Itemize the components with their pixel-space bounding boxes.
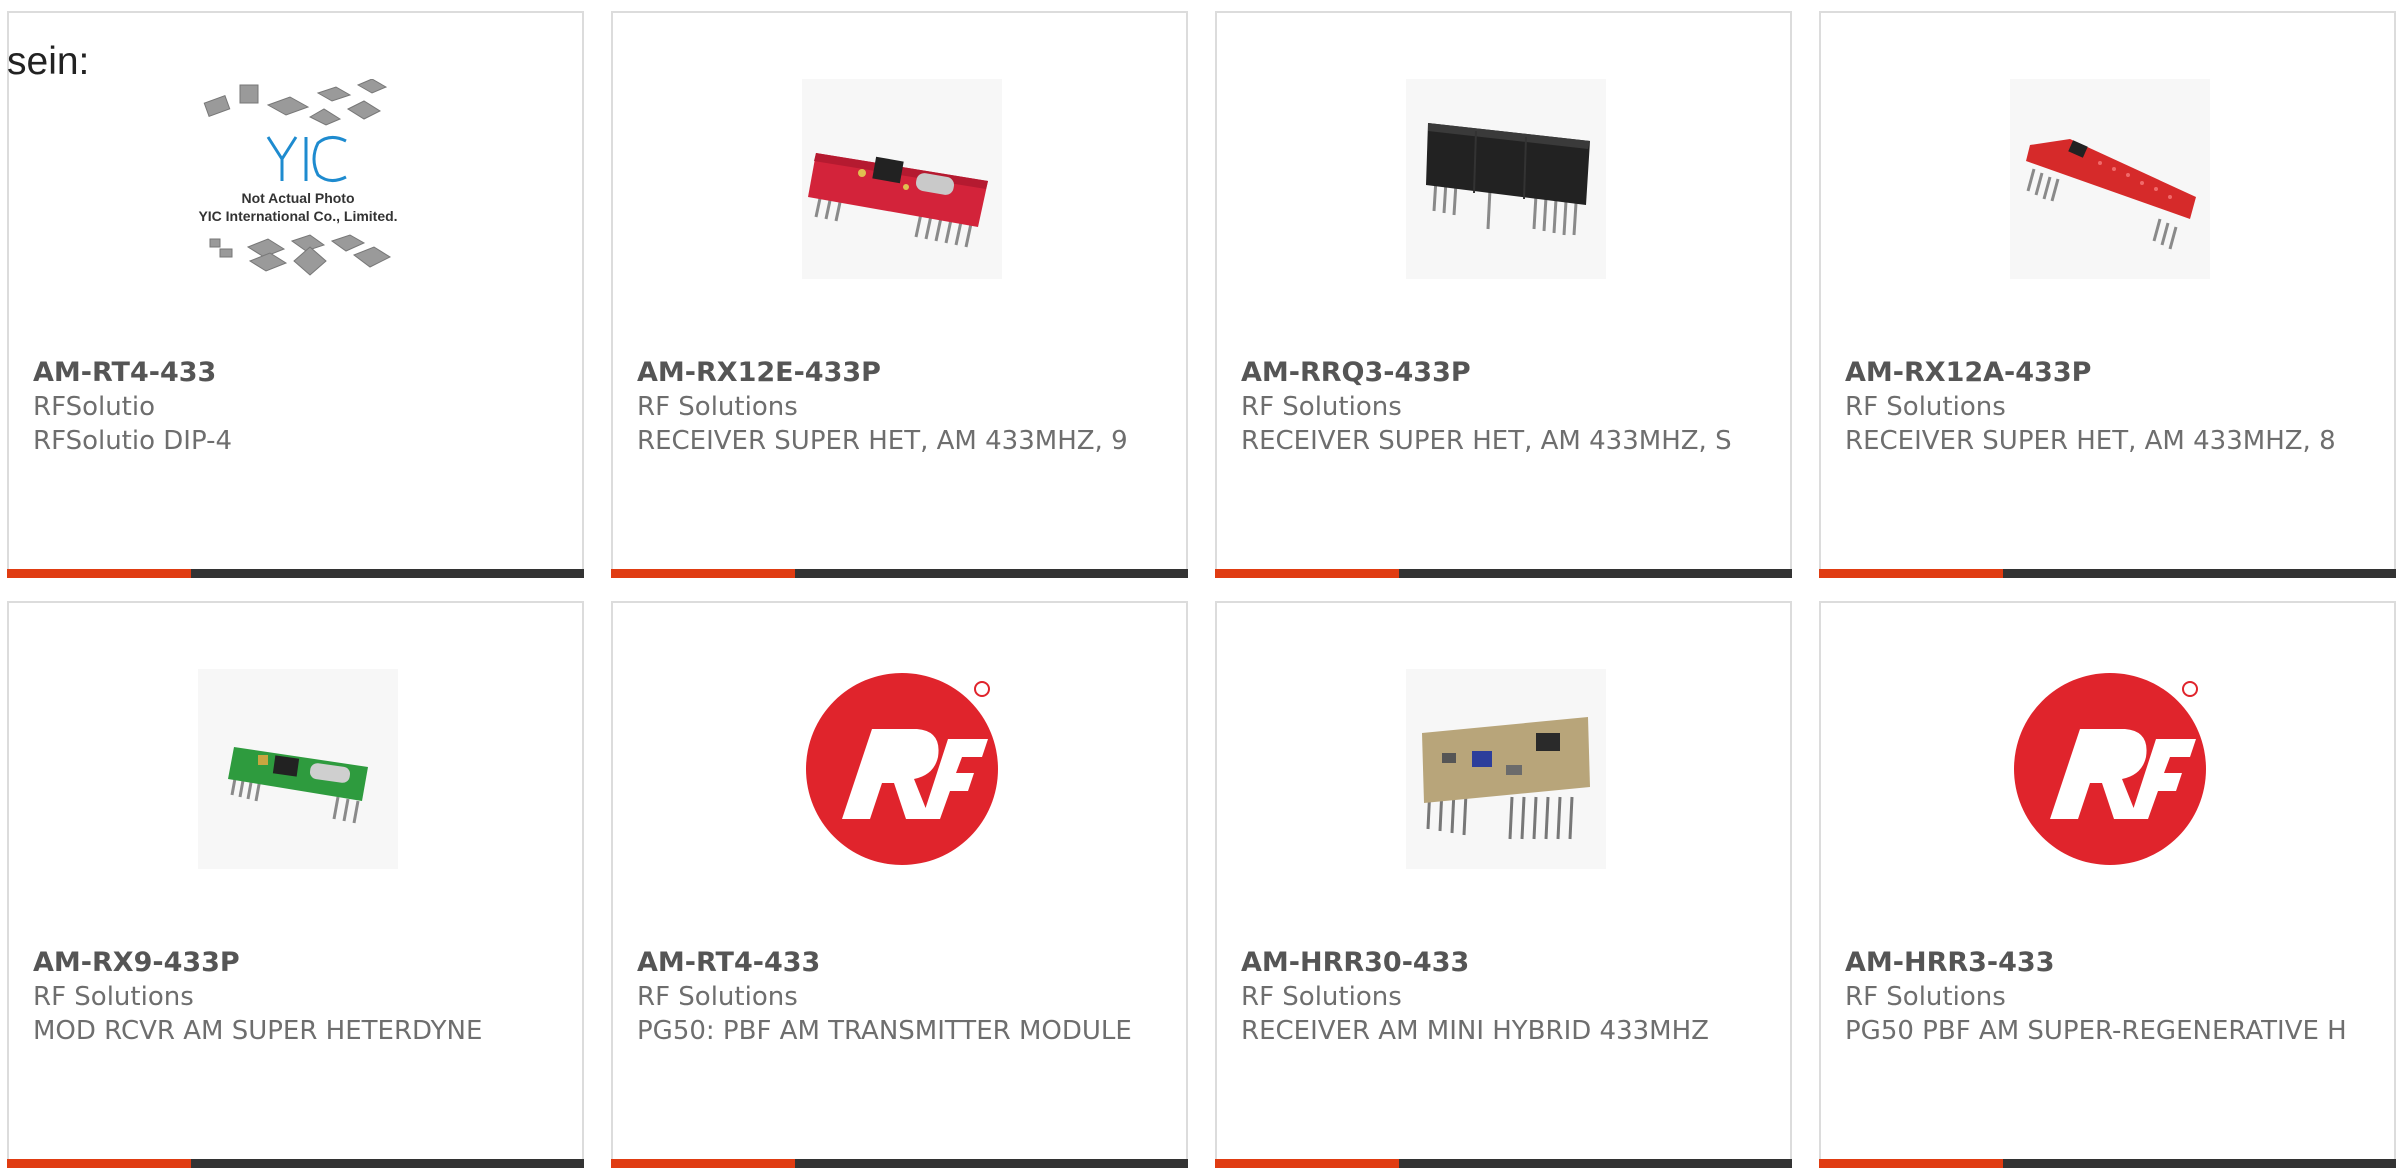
product-info: AM-RX9-433P RF Solutions MOD RCVR AM SUP… bbox=[33, 946, 566, 1048]
part-number[interactable]: AM-HRR30-433 bbox=[1241, 946, 1774, 980]
product-card[interactable]: AM-RX9-433P RF Solutions MOD RCVR AM SUP… bbox=[7, 601, 584, 1168]
product-image[interactable] bbox=[2010, 79, 2210, 279]
description: RECEIVER SUPER HET, AM 433MHZ, 8 bbox=[1845, 426, 2336, 456]
description: PG50: PBF AM TRANSMITTER MODULE bbox=[637, 1016, 1132, 1046]
part-number[interactable]: AM-RX12E-433P bbox=[637, 356, 1170, 390]
description: RFSolutio DIP-4 bbox=[33, 426, 232, 456]
description: PG50 PBF AM SUPER-REGENERATIVE H bbox=[1845, 1016, 2347, 1046]
chip-packages-icon: Not Actual Photo YIC International Co., … bbox=[198, 79, 398, 276]
product-image[interactable] bbox=[802, 79, 1002, 279]
product-image[interactable] bbox=[802, 669, 1002, 869]
product-card[interactable]: AM-RRQ3-433P RF Solutions RECEIVER SUPER… bbox=[1215, 11, 1792, 578]
intro-text: sein: bbox=[7, 40, 90, 83]
card-accent-bar bbox=[7, 569, 584, 578]
manufacturer: RF Solutions bbox=[637, 982, 798, 1012]
part-number[interactable]: AM-RRQ3-433P bbox=[1241, 356, 1774, 390]
red-receiver-module-icon bbox=[802, 79, 1002, 279]
product-card[interactable]: AM-RX12E-433P RF Solutions RECEIVER SUPE… bbox=[611, 11, 1188, 578]
product-info: AM-RT4-433 RFSolutio RFSolutio DIP-4 bbox=[33, 356, 566, 458]
product-info: AM-HRR3-433 RF Solutions PG50 PBF AM SUP… bbox=[1845, 946, 2378, 1048]
green-receiver-module-icon bbox=[198, 669, 398, 869]
description: RECEIVER AM MINI HYBRID 433MHZ bbox=[1241, 1016, 1709, 1046]
hybrid-receiver-module-icon bbox=[1406, 669, 1606, 869]
product-image[interactable] bbox=[1406, 669, 1606, 869]
product-card[interactable]: AM-HRR30-433 RF Solutions RECEIVER AM MI… bbox=[1215, 601, 1792, 1168]
product-image[interactable] bbox=[1406, 79, 1606, 279]
placeholder-line1: Not Actual Photo bbox=[241, 190, 354, 206]
product-image[interactable] bbox=[198, 669, 398, 869]
product-info: AM-RX12E-433P RF Solutions RECEIVER SUPE… bbox=[637, 356, 1170, 458]
part-number[interactable]: AM-RX9-433P bbox=[33, 946, 566, 980]
product-card[interactable]: Not Actual Photo YIC International Co., … bbox=[7, 11, 584, 578]
manufacturer: RF Solutions bbox=[33, 982, 194, 1012]
red-long-module-icon bbox=[2010, 79, 2210, 279]
manufacturer: RF Solutions bbox=[1241, 982, 1402, 1012]
card-accent-bar bbox=[1215, 569, 1792, 578]
product-info: AM-RT4-433 RF Solutions PG50: PBF AM TRA… bbox=[637, 946, 1170, 1048]
rf-solutions-logo-icon bbox=[2014, 673, 2206, 865]
card-accent-bar bbox=[1819, 569, 2396, 578]
description: RECEIVER SUPER HET, AM 433MHZ, 9 bbox=[637, 426, 1128, 456]
part-number[interactable]: AM-RT4-433 bbox=[33, 356, 566, 390]
product-card[interactable]: AM-HRR3-433 RF Solutions PG50 PBF AM SUP… bbox=[1819, 601, 2396, 1168]
product-info: AM-RRQ3-433P RF Solutions RECEIVER SUPER… bbox=[1241, 356, 1774, 458]
manufacturer: RF Solutions bbox=[637, 392, 798, 422]
product-image[interactable]: Not Actual Photo YIC International Co., … bbox=[198, 79, 398, 279]
black-sip-module-icon bbox=[1406, 79, 1606, 279]
part-number[interactable]: AM-HRR3-433 bbox=[1845, 946, 2378, 980]
product-card[interactable]: AM-RT4-433 RF Solutions PG50: PBF AM TRA… bbox=[611, 601, 1188, 1168]
manufacturer: RF Solutions bbox=[1845, 982, 2006, 1012]
description: RECEIVER SUPER HET, AM 433MHZ, S bbox=[1241, 426, 1732, 456]
placeholder-line2: YIC International Co., Limited. bbox=[198, 208, 397, 224]
manufacturer: RF Solutions bbox=[1845, 392, 2006, 422]
product-info: AM-RX12A-433P RF Solutions RECEIVER SUPE… bbox=[1845, 356, 2378, 458]
part-number[interactable]: AM-RX12A-433P bbox=[1845, 356, 2378, 390]
product-image[interactable] bbox=[2010, 669, 2210, 869]
manufacturer: RF Solutions bbox=[1241, 392, 1402, 422]
rf-solutions-logo-icon bbox=[806, 673, 998, 865]
card-accent-bar bbox=[611, 569, 1188, 578]
description: MOD RCVR AM SUPER HETERDYNE bbox=[33, 1016, 483, 1046]
product-info: AM-HRR30-433 RF Solutions RECEIVER AM MI… bbox=[1241, 946, 1774, 1048]
product-card[interactable]: AM-RX12A-433P RF Solutions RECEIVER SUPE… bbox=[1819, 11, 2396, 578]
part-number[interactable]: AM-RT4-433 bbox=[637, 946, 1170, 980]
manufacturer: RFSolutio bbox=[33, 392, 156, 422]
